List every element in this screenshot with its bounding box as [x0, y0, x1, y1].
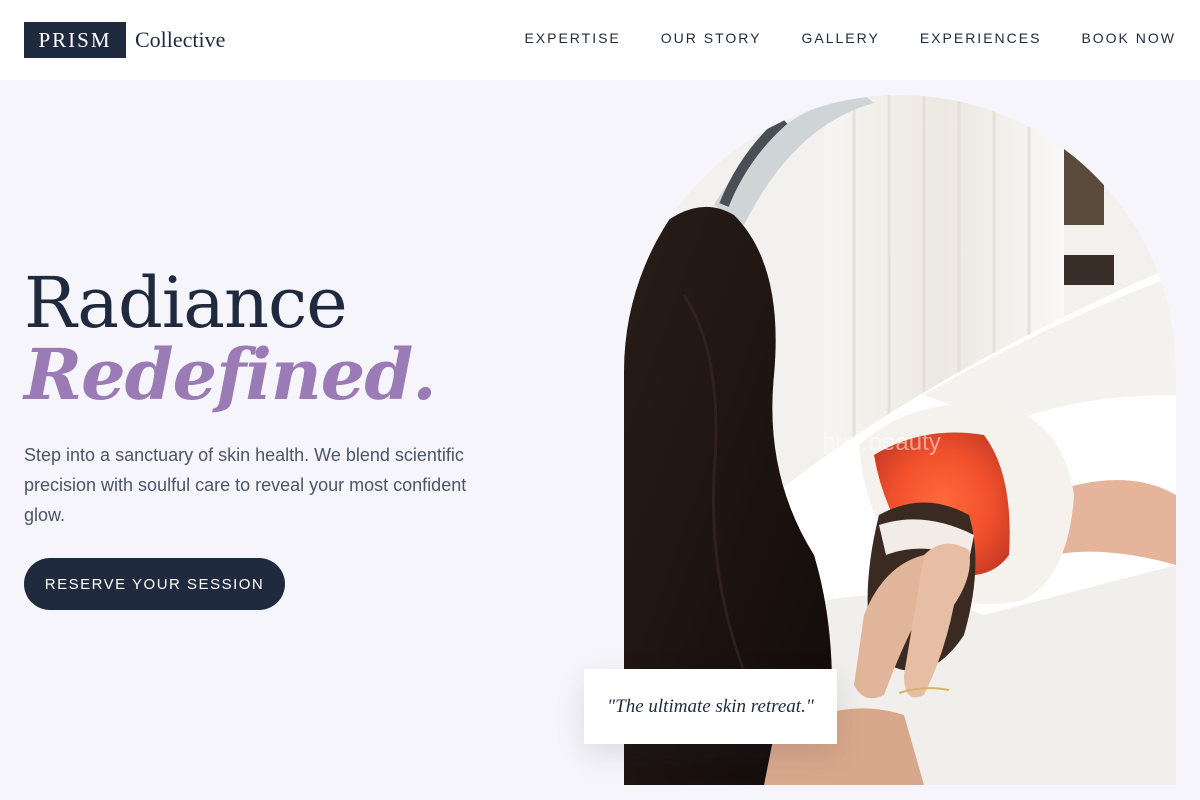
- hero-description: Step into a sanctuary of skin health. We…: [24, 445, 467, 525]
- photo-watermark: hue.beauty: [822, 429, 941, 456]
- main-nav: EXPERTISE OUR STORY GALLERY EXPERIENCES …: [524, 30, 1176, 46]
- brand-logo-word: Collective: [135, 27, 226, 52]
- nav-item-experiences[interactable]: EXPERIENCES: [920, 30, 1042, 46]
- nav-item-book-now[interactable]: BOOK NOW: [1081, 30, 1176, 46]
- hero-title-line-2: Redefined.: [24, 333, 437, 416]
- quote-text: "The ultimate skin retreat.": [607, 695, 814, 717]
- hero-title-line-1: Radiance: [24, 262, 348, 344]
- nav-item-expertise[interactable]: EXPERTISE: [524, 30, 620, 46]
- nav-item-our-story[interactable]: OUR STORY: [661, 30, 762, 46]
- brand-logo[interactable]: PRISM Collective: [24, 22, 225, 58]
- brand-logo-box: PRISM: [24, 22, 126, 58]
- reserve-session-button[interactable]: RESERVE YOUR SESSION: [24, 558, 285, 610]
- site-header: PRISM Collective EXPERTISE OUR STORY GAL…: [0, 0, 1200, 80]
- quote-card: "The ultimate skin retreat.": [584, 669, 837, 744]
- nav-item-gallery[interactable]: GALLERY: [802, 30, 880, 46]
